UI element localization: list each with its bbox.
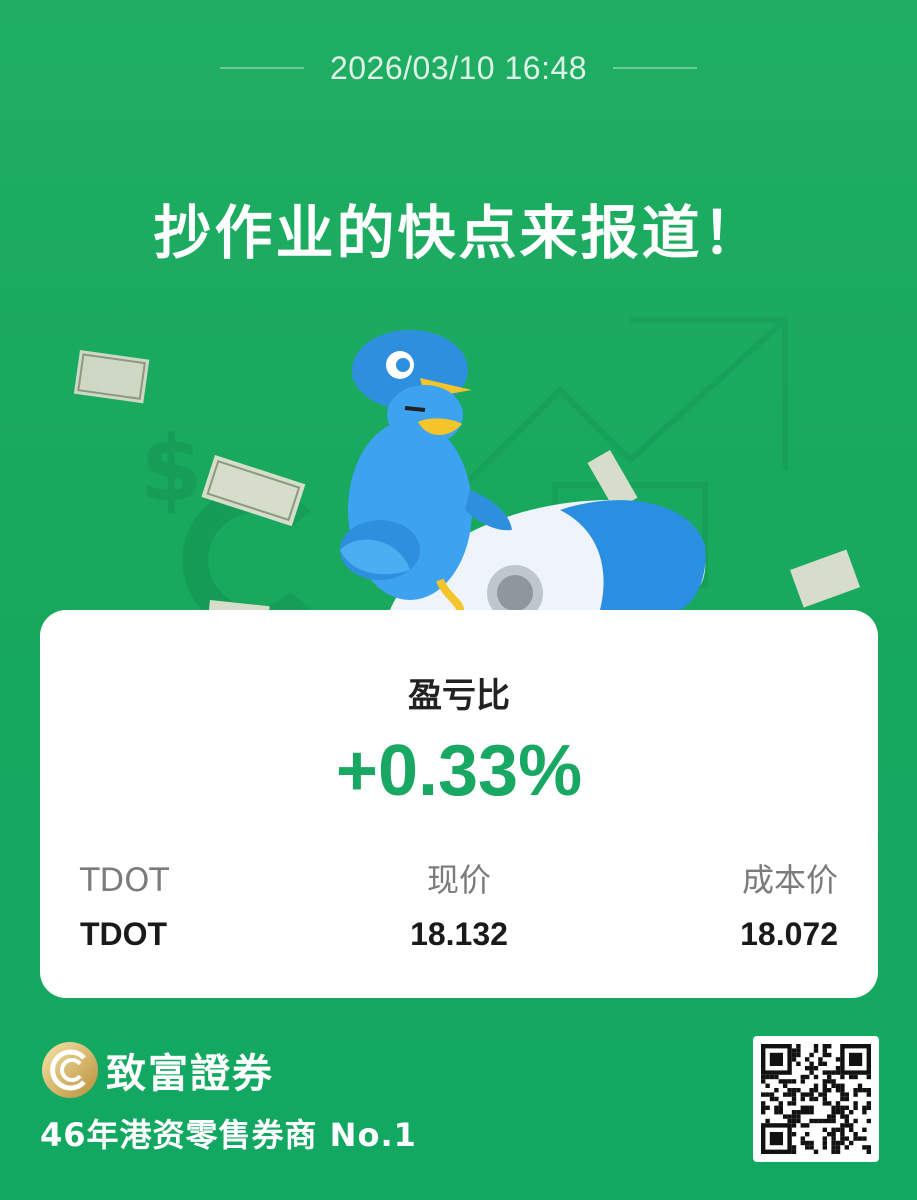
current-price-header: 现价 — [426, 861, 491, 899]
qr-finder-pattern — [840, 1044, 871, 1075]
qr-code[interactable] — [753, 1036, 879, 1162]
date-divider-left — [219, 67, 304, 69]
current-price-value: 18.132 — [410, 916, 508, 952]
qr-finder-pattern — [761, 1123, 792, 1154]
datetime-label: 2026/03/10 16:48 — [329, 49, 588, 86]
qr-finder-pattern — [761, 1044, 792, 1075]
mascot-rocket-illustration: $ — [73, 317, 861, 633]
date-divider-right — [613, 67, 698, 69]
brand-row: 致富證券 — [40, 1040, 274, 1100]
hero-illustration: $ — [0, 310, 917, 633]
qr-code-icon — [761, 1044, 871, 1154]
page-headline: 抄作业的快点来报道！ — [153, 199, 764, 267]
svg-text:$: $ — [140, 417, 203, 522]
chief-logo-icon — [42, 1042, 98, 1098]
brand-name: 致富證券 — [106, 1051, 274, 1097]
current-price-column: 现价 18.132 — [340, 858, 578, 956]
symbol-header: TDOT — [80, 861, 169, 899]
cost-price-column: 成本价 18.072 — [740, 858, 838, 956]
date-header: 2026/03/10 16:48 — [0, 46, 917, 90]
pnl-card: 盈亏比 +0.33% TDOT TDOT 现价 18.132 成本价 18.07… — [40, 610, 878, 998]
symbol-column: TDOT TDOT — [80, 858, 169, 956]
pnl-ratio-label: 盈亏比 — [408, 676, 510, 716]
symbol-value: TDOT — [80, 916, 168, 952]
cost-price-header: 成本价 — [741, 861, 838, 899]
pnl-ratio-value: +0.33% — [335, 731, 583, 811]
cost-price-value: 18.072 — [740, 916, 838, 952]
brand-slogan: 46年港资零售券商 No.1 — [40, 1116, 417, 1154]
